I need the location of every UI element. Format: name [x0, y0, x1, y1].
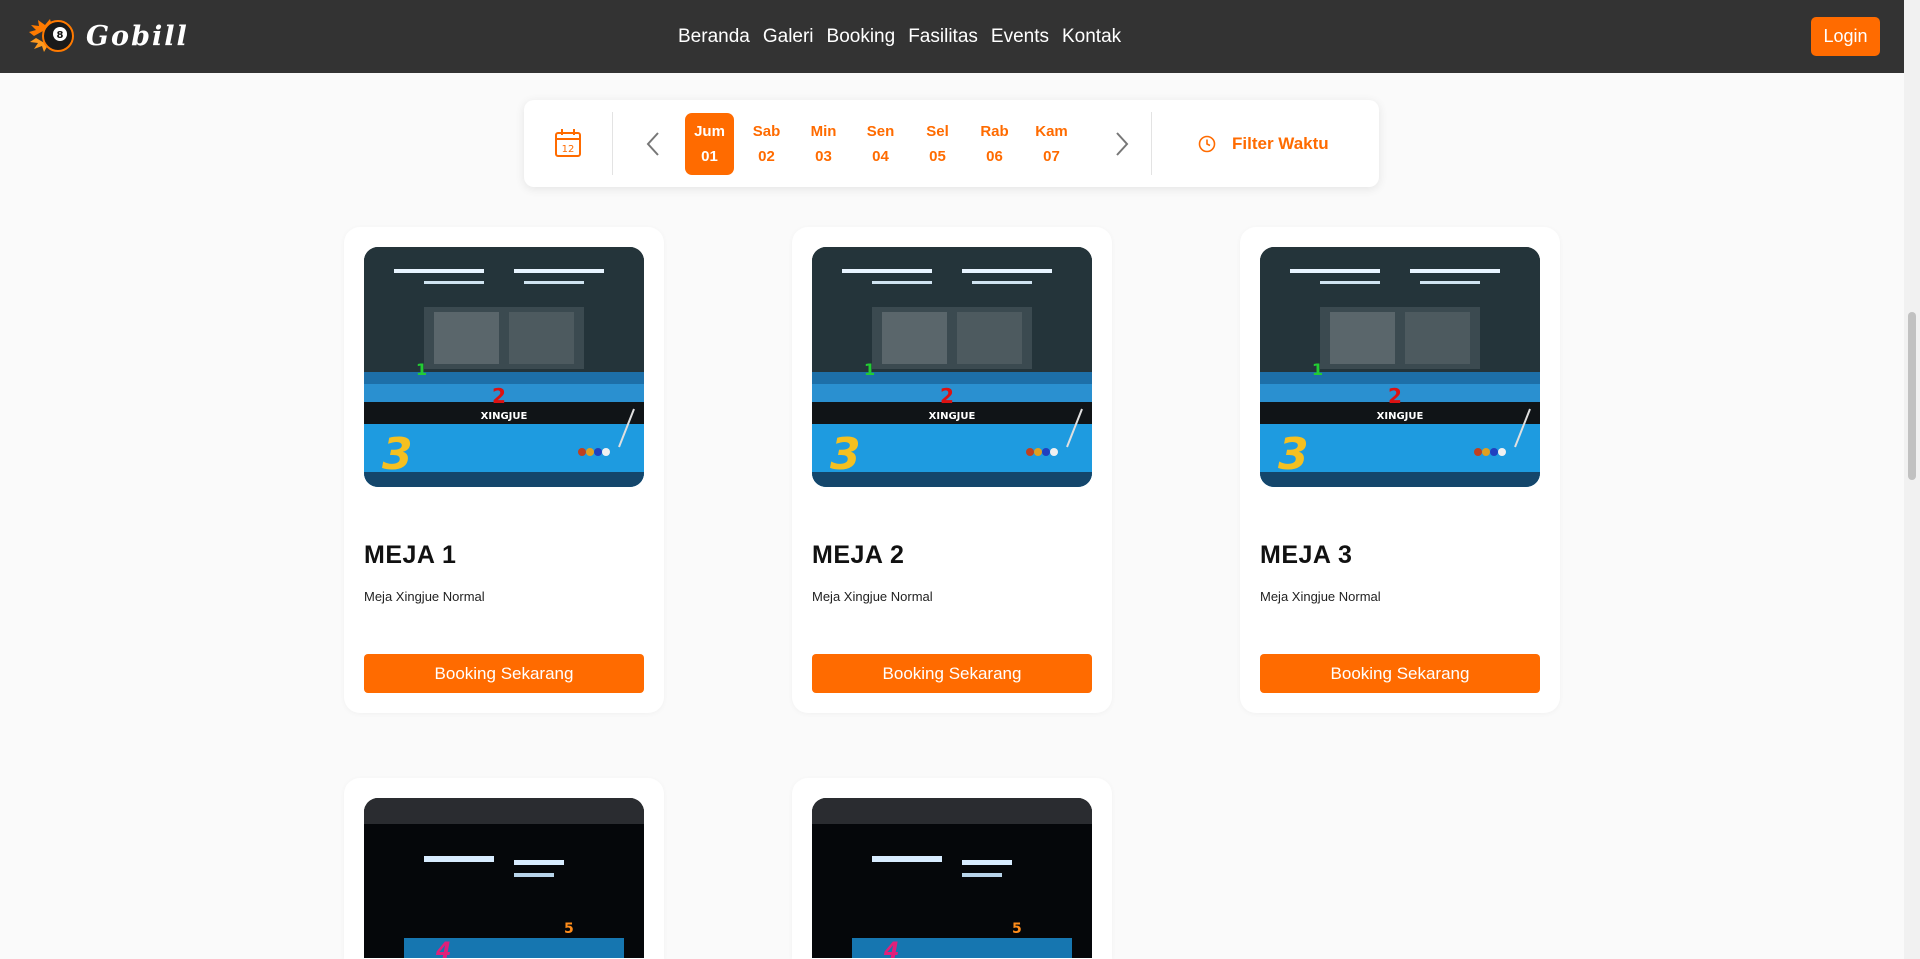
day-name: Sel: [926, 123, 949, 140]
filter-time-button[interactable]: Filter Waktu: [1198, 126, 1329, 162]
day-date: 01: [701, 148, 718, 165]
calendar-icon[interactable]: 12: [554, 128, 582, 158]
scrollbar-thumb[interactable]: [1908, 312, 1916, 480]
divider: [612, 112, 613, 175]
day-name: Jum: [694, 123, 725, 140]
prev-week-button[interactable]: [638, 127, 668, 161]
booking-button[interactable]: Booking Sekarang: [812, 654, 1092, 693]
table-photo-image: [1260, 247, 1540, 487]
nav-link-fasilitas[interactable]: Fasilitas: [908, 26, 978, 48]
table-card: MEJA 1 Meja Xingjue Normal Booking Sekar…: [344, 227, 664, 713]
day-selector: Jum 01 Sab 02 Min 03 Sen 04 Sel 05 Rab 0…: [685, 113, 1076, 175]
top-navbar: 8 Gobill Beranda Galeri Booking Fasilita…: [0, 0, 1904, 73]
booking-button[interactable]: Booking Sekarang: [1260, 654, 1540, 693]
day-date: 02: [758, 148, 775, 165]
nav-link-galeri[interactable]: Galeri: [763, 26, 814, 48]
table-photo-image: [812, 798, 1092, 958]
day-date: 07: [1043, 148, 1060, 165]
table-card: MEJA 2 Meja Xingjue Normal Booking Sekar…: [792, 227, 1112, 713]
day-date: 06: [986, 148, 1003, 165]
day-jum[interactable]: Jum 01: [685, 113, 734, 175]
nav-link-events[interactable]: Events: [991, 26, 1049, 48]
day-name: Sab: [752, 123, 781, 140]
clock-icon: [1198, 135, 1216, 153]
day-rab[interactable]: Rab 06: [970, 113, 1019, 175]
table-photo: [364, 798, 644, 959]
nav-link-booking[interactable]: Booking: [827, 26, 896, 48]
date-filter-bar: 12 Jum 01 Sab 02 Min 03 Sen 04 Sel 05 Ra…: [524, 100, 1379, 187]
day-date: 04: [872, 148, 889, 165]
chevron-right-icon: [1116, 132, 1129, 156]
page-scrollbar[interactable]: [1904, 0, 1920, 959]
brand-name: Gobill: [86, 20, 189, 52]
table-photo: [364, 247, 644, 487]
main-nav: Beranda Galeri Booking Fasilitas Events …: [678, 0, 1121, 73]
nav-link-beranda[interactable]: Beranda: [678, 26, 750, 48]
day-name: Kam: [1035, 123, 1068, 140]
brand-logo[interactable]: 8 Gobill: [28, 16, 189, 56]
table-card: [792, 778, 1112, 959]
table-photo: [812, 247, 1092, 487]
chevron-left-icon: [646, 132, 659, 156]
booking-button[interactable]: Booking Sekarang: [364, 654, 644, 693]
next-week-button[interactable]: [1107, 127, 1137, 161]
day-sab[interactable]: Sab 02: [742, 113, 791, 175]
day-kam[interactable]: Kam 07: [1027, 113, 1076, 175]
table-name: MEJA 3: [1260, 541, 1353, 569]
table-photo: [1260, 247, 1540, 487]
table-card: MEJA 3 Meja Xingjue Normal Booking Sekar…: [1240, 227, 1560, 713]
table-photo: [812, 798, 1092, 959]
filter-time-label: Filter Waktu: [1232, 134, 1329, 153]
day-min[interactable]: Min 03: [799, 113, 848, 175]
table-description: Meja Xingjue Normal: [1260, 589, 1381, 604]
table-name: MEJA 2: [812, 541, 905, 569]
divider: [1151, 112, 1152, 175]
day-date: 05: [929, 148, 946, 165]
day-date: 03: [815, 148, 832, 165]
svg-text:8: 8: [57, 30, 64, 41]
table-photo-image: [364, 798, 644, 958]
login-button[interactable]: Login: [1811, 17, 1880, 56]
nav-link-kontak[interactable]: Kontak: [1062, 26, 1121, 48]
table-description: Meja Xingjue Normal: [812, 589, 933, 604]
day-name: Min: [810, 123, 837, 140]
table-photo-image: [364, 247, 644, 487]
table-photo-image: [812, 247, 1092, 487]
day-sel[interactable]: Sel 05: [913, 113, 962, 175]
calendar-icon-day: 12: [562, 144, 575, 155]
table-name: MEJA 1: [364, 541, 457, 569]
eight-ball-flame-icon: 8: [29, 19, 74, 52]
day-sen[interactable]: Sen 04: [856, 113, 905, 175]
day-name: Rab: [980, 123, 1009, 140]
table-card: [344, 778, 664, 959]
day-name: Sen: [866, 123, 895, 140]
table-description: Meja Xingjue Normal: [364, 589, 485, 604]
